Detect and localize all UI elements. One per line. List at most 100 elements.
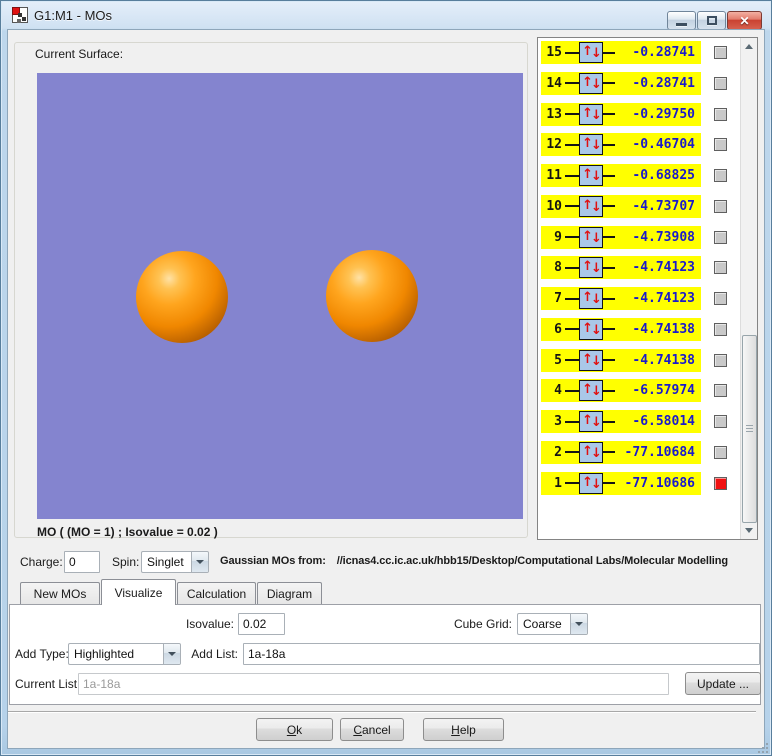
add-list-input[interactable] xyxy=(243,643,760,665)
maximize-button[interactable] xyxy=(697,11,726,30)
mo-energy-value: -0.46704 xyxy=(632,137,695,153)
update-button[interactable]: Update ... xyxy=(685,672,761,695)
spin-pair-icon: ↑ ↓ xyxy=(579,349,603,371)
mo-energy-value: -77.10686 xyxy=(624,475,695,491)
mo-energy-strip[interactable]: 2 ↑ ↓ -77.10684 xyxy=(541,440,701,464)
close-icon: ✕ xyxy=(739,13,750,28)
mo-energy-strip[interactable]: 13 ↑ ↓ -0.29750 xyxy=(541,102,701,126)
tab-new-mos[interactable]: New MOs xyxy=(20,582,100,604)
mo-energy-value: -4.73707 xyxy=(632,198,695,214)
help-button[interactable]: Help xyxy=(423,718,504,741)
mo-row: 2 ↑ ↓ -77.10684 xyxy=(541,440,739,465)
mo-select-checkbox[interactable] xyxy=(714,46,727,59)
dropdown-arrow-icon xyxy=(196,560,204,564)
mo-select-checkbox[interactable] xyxy=(714,415,727,428)
scrollbar-grip-icon xyxy=(746,425,753,426)
window-controls: ✕ xyxy=(667,11,762,30)
level-line-icon xyxy=(603,174,615,177)
level-line-icon xyxy=(565,328,579,331)
mo-energy-strip[interactable]: 3 ↑ ↓ -6.58014 xyxy=(541,410,701,433)
mo-select-checkbox[interactable] xyxy=(714,292,727,305)
visualize-tab-panel: Isovalue: Cube Grid: Coarse Add Type: Hi… xyxy=(9,604,761,705)
level-line-icon xyxy=(603,205,615,208)
level-line-icon xyxy=(565,174,579,177)
mo-energy-value: -4.74138 xyxy=(632,321,695,337)
mo-index: 11 xyxy=(546,168,562,183)
mo-energy-strip[interactable]: 7 ↑ ↓ -4.74123 xyxy=(541,287,701,310)
tab-diagram[interactable]: Diagram xyxy=(257,582,322,604)
tab-visualize[interactable]: Visualize xyxy=(101,579,176,605)
ok-button[interactable]: Ok xyxy=(256,718,333,741)
mo-select-checkbox[interactable] xyxy=(714,199,727,213)
mo-energy-strip[interactable]: 9 ↑ ↓ -4.73908 xyxy=(541,225,701,249)
mo-select-checkbox[interactable] xyxy=(714,353,727,367)
level-line-icon xyxy=(603,328,615,331)
cancel-button[interactable]: Cancel xyxy=(340,718,404,741)
charge-input[interactable] xyxy=(64,551,100,573)
mo-energy-value: -77.10684 xyxy=(624,444,695,460)
mo-select-checkbox[interactable] xyxy=(714,445,727,459)
mo-row: 4 ↑ ↓ -6.57974 xyxy=(541,379,739,403)
mo-energy-strip[interactable]: 5 ↑ ↓ -4.74138 xyxy=(541,348,701,372)
resize-grip[interactable] xyxy=(756,741,768,753)
level-line-icon xyxy=(565,451,579,454)
mo-list-scrollbar[interactable] xyxy=(740,38,757,539)
mo-select-checkbox[interactable] xyxy=(714,384,727,398)
mo-energy-strip[interactable]: 11 ↑ ↓ -0.68825 xyxy=(541,164,701,187)
add-type-label: Add Type: xyxy=(15,647,69,661)
spin-dropdown-button[interactable] xyxy=(191,552,208,572)
mo-energy-value: -4.74123 xyxy=(632,291,695,306)
scrollbar-thumb[interactable] xyxy=(742,335,757,523)
add-type-select[interactable]: Highlighted xyxy=(68,643,181,665)
mo-row: 12 ↑ ↓ -0.46704 xyxy=(541,133,739,157)
level-line-icon xyxy=(603,482,615,484)
mo-energy-strip[interactable]: 14 ↑ ↓ -0.28741 xyxy=(541,71,701,95)
mo-energy-strip[interactable]: 4 ↑ ↓ -6.57974 xyxy=(541,379,701,403)
mo-row: 3 ↑ ↓ -6.58014 xyxy=(541,410,739,434)
mo-select-checkbox[interactable] xyxy=(714,138,727,152)
mo-energy-strip[interactable]: 1 ↑ ↓ -77.10686 xyxy=(541,471,701,495)
source-label: Gaussian MOs from: xyxy=(220,555,326,567)
dropdown-arrow-icon xyxy=(575,622,583,626)
isovalue-input[interactable] xyxy=(238,613,285,635)
mo-3d-viewport[interactable] xyxy=(37,73,523,519)
mo-index: 4 xyxy=(554,383,562,399)
mo-select-checkbox[interactable] xyxy=(714,76,727,90)
mo-index: 1 xyxy=(554,475,562,491)
spin-pair-icon: ↑ ↓ xyxy=(579,134,603,156)
add-list-label: Add List: xyxy=(191,647,238,661)
mo-energy-strip[interactable]: 10 ↑ ↓ -4.73707 xyxy=(541,194,701,218)
add-type-dropdown-button[interactable] xyxy=(163,644,180,664)
mo-select-checkbox[interactable] xyxy=(714,169,727,182)
mo-index: 8 xyxy=(554,260,562,276)
mo-energy-strip[interactable]: 15 ↑ ↓ -0.28741 xyxy=(541,41,701,64)
mo-energy-value: -0.68825 xyxy=(632,168,695,183)
minimize-button[interactable] xyxy=(667,11,696,30)
mo-select-checkbox[interactable] xyxy=(714,107,727,121)
spin-pair-icon: ↑ ↓ xyxy=(579,195,603,217)
mo-energy-value: -0.28741 xyxy=(632,45,695,60)
mo-energy-value: -0.29750 xyxy=(632,106,695,122)
cube-grid-dropdown-button[interactable] xyxy=(570,614,587,634)
mo-energy-value: -4.73908 xyxy=(632,229,695,245)
spin-pair-icon: ↑ ↓ xyxy=(579,411,603,432)
mo-energy-strip[interactable]: 6 ↑ ↓ -4.74138 xyxy=(541,317,701,341)
close-button[interactable]: ✕ xyxy=(727,11,762,30)
mo-select-checkbox[interactable] xyxy=(714,230,727,244)
scroll-up-icon[interactable] xyxy=(745,44,753,49)
mo-select-checkbox[interactable] xyxy=(714,476,727,490)
scroll-down-icon[interactable] xyxy=(745,528,753,533)
title-bar[interactable]: G1:M1 - MOs ✕ xyxy=(0,0,772,30)
mo-energy-strip[interactable]: 8 ↑ ↓ -4.74123 xyxy=(541,256,701,280)
app-icon xyxy=(12,7,28,23)
mo-select-checkbox[interactable] xyxy=(714,261,727,275)
mo-select-checkbox[interactable] xyxy=(714,322,727,336)
current-surface-label: Current Surface: xyxy=(31,47,128,61)
spin-pair-icon: ↑ ↓ xyxy=(579,318,603,340)
mo-index: 5 xyxy=(554,352,562,368)
spin-select[interactable]: Singlet xyxy=(141,551,209,573)
cube-grid-select[interactable]: Coarse xyxy=(517,613,588,635)
tab-calculation[interactable]: Calculation xyxy=(177,582,256,604)
spin-pair-icon: ↑ ↓ xyxy=(579,472,603,494)
mo-energy-strip[interactable]: 12 ↑ ↓ -0.46704 xyxy=(541,133,701,157)
